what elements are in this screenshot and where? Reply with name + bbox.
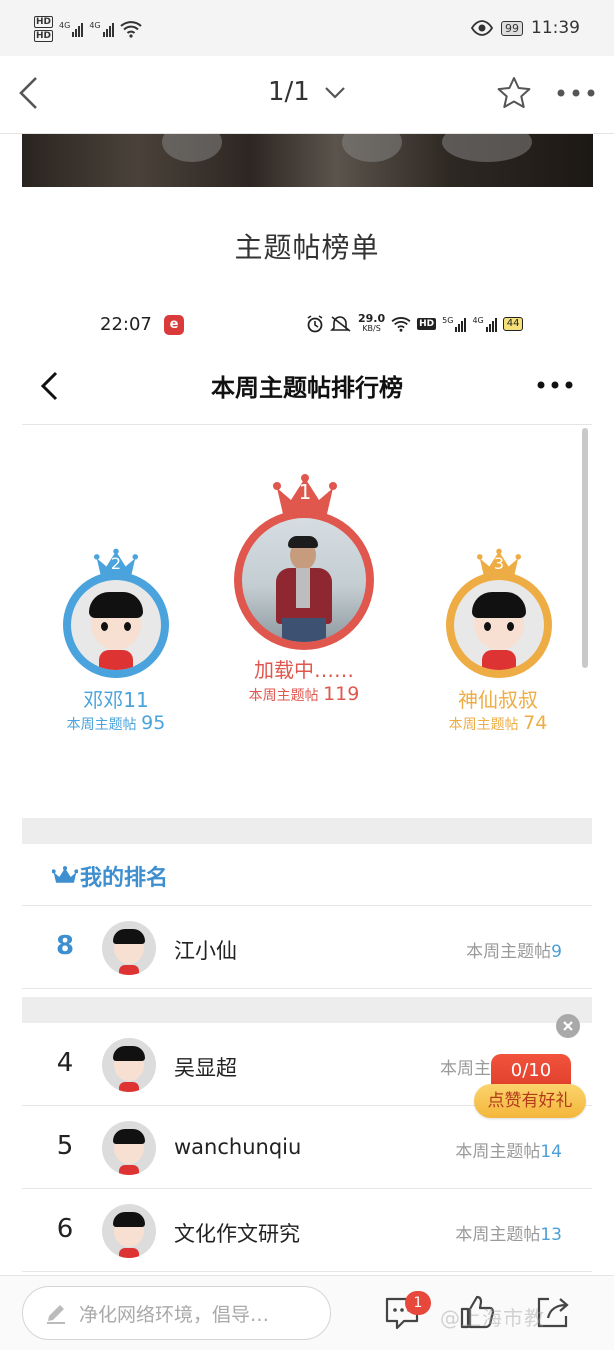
inner-signal-icon-1: 5G bbox=[442, 316, 467, 332]
avatar bbox=[102, 921, 156, 975]
inner-more-icon[interactable] bbox=[536, 380, 574, 390]
my-rank-row[interactable]: 8 江小仙 本周主题帖9 bbox=[22, 907, 592, 989]
rank-number-3: 3 bbox=[493, 554, 505, 573]
avatar bbox=[102, 1121, 156, 1175]
rank-number: 6 bbox=[56, 1214, 74, 1244]
user-name: 江小仙 bbox=[174, 939, 237, 963]
user-score: 本周主题帖9 bbox=[466, 942, 562, 962]
promo-counter[interactable]: 0/10 bbox=[491, 1054, 571, 1088]
star-icon[interactable] bbox=[496, 76, 532, 110]
my-rank-header: 我的排名 bbox=[22, 844, 592, 906]
more-icon[interactable] bbox=[556, 88, 596, 98]
document-title: 主题帖榜单 bbox=[234, 231, 380, 264]
section-divider-2 bbox=[22, 997, 592, 1023]
inner-status-right: 29.0 KB/S HD 5G 4G 44 bbox=[306, 312, 524, 334]
avatar-second bbox=[63, 572, 169, 678]
rank-number: 4 bbox=[56, 1048, 74, 1078]
comment-input[interactable]: 净化网络环境，倡导… bbox=[22, 1286, 331, 1340]
inner-wifi-icon bbox=[391, 317, 411, 332]
net-speed: 29.0 KB/S bbox=[358, 312, 386, 333]
podium-second[interactable]: 2 bbox=[63, 548, 169, 678]
rank-number: 5 bbox=[56, 1131, 74, 1161]
podium-score-2: 本周主题帖 95 bbox=[66, 712, 166, 734]
ranking-title: 本周主题帖排行榜 bbox=[211, 374, 403, 402]
signal-icon-1: 4G bbox=[59, 21, 84, 37]
hd-badge-2: HD bbox=[34, 30, 54, 42]
podium-score-1: 本周主题帖 119 bbox=[248, 683, 360, 705]
divider bbox=[22, 424, 592, 425]
signal-icon-2: 4G bbox=[89, 21, 114, 37]
inner-hd-badge: HD bbox=[417, 318, 437, 330]
cover-photo bbox=[22, 134, 593, 187]
status-bar-right: 99 11:39 bbox=[471, 18, 580, 38]
alarm-icon bbox=[307, 315, 323, 333]
rank-number-1: 1 bbox=[298, 480, 312, 504]
podium-first[interactable]: 1 bbox=[234, 474, 376, 650]
close-icon[interactable] bbox=[556, 1014, 580, 1038]
podium-score-3: 本周主题帖 74 bbox=[448, 712, 548, 734]
chevron-down-icon bbox=[325, 86, 345, 99]
avatar-first bbox=[234, 510, 374, 650]
user-name: 文化作文研究 bbox=[174, 1222, 300, 1246]
user-score: 本周主题帖13 bbox=[455, 1225, 562, 1245]
app-logo-icon: e bbox=[164, 315, 184, 335]
wifi-icon bbox=[119, 21, 142, 38]
user-name: 吴显超 bbox=[174, 1056, 237, 1080]
battery-indicator: 99 bbox=[501, 20, 523, 36]
page-indicator-label: 1/1 bbox=[267, 77, 310, 107]
eye-icon bbox=[471, 20, 493, 36]
inner-status-time: 22:07 bbox=[100, 314, 152, 335]
notification-badge: 1 bbox=[405, 1291, 431, 1315]
user-score: 本周主题帖14 bbox=[455, 1142, 562, 1162]
pencil-icon bbox=[47, 1305, 65, 1324]
inner-signal-icon-2: 4G bbox=[472, 316, 497, 332]
avatar-third bbox=[446, 572, 552, 678]
scrollbar[interactable] bbox=[582, 428, 588, 668]
podium-name-1: 加载中…… bbox=[254, 658, 354, 682]
comment-placeholder: 净化网络环境，倡导… bbox=[79, 1303, 270, 1326]
user-score: 本周主 bbox=[440, 1059, 491, 1079]
status-bar-left: HD HD 4G 4G bbox=[34, 16, 142, 42]
avatar bbox=[102, 1038, 156, 1092]
rank-number: 8 bbox=[55, 931, 75, 961]
podium-third[interactable]: 3 bbox=[446, 548, 552, 678]
avatar bbox=[102, 1204, 156, 1258]
hd-badge-1: HD bbox=[34, 16, 54, 28]
watermark: @上海市教 bbox=[440, 1306, 545, 1330]
user-name: wanchunqiu bbox=[174, 1135, 302, 1159]
inner-battery: 44 bbox=[502, 317, 524, 331]
podium-name-2: 邓邓11 bbox=[83, 688, 149, 712]
mute-icon bbox=[330, 316, 351, 332]
table-row[interactable]: 5 wanchunqiu 本周主题帖14 bbox=[22, 1107, 592, 1189]
promo-button[interactable]: 点赞有好礼 bbox=[474, 1084, 586, 1118]
my-rank-heading: 我的排名 bbox=[80, 866, 169, 891]
crown-icon-small bbox=[52, 866, 78, 883]
status-time: 11:39 bbox=[531, 18, 580, 38]
table-row[interactable]: 6 文化作文研究 本周主题帖13 bbox=[22, 1190, 592, 1272]
section-divider bbox=[22, 818, 592, 844]
podium-name-3: 神仙叔叔 bbox=[458, 688, 538, 712]
rank-number-2: 2 bbox=[110, 554, 122, 573]
